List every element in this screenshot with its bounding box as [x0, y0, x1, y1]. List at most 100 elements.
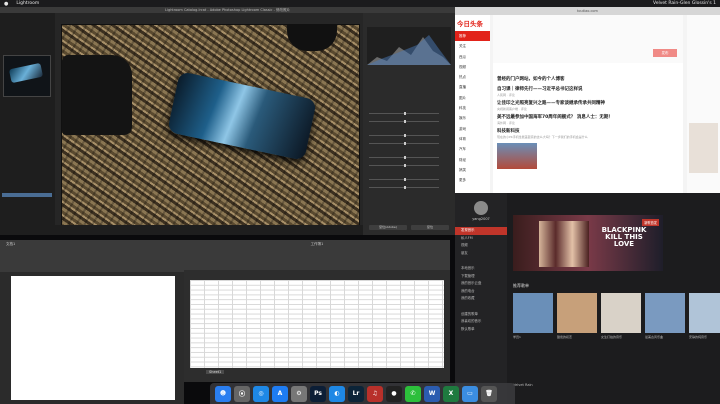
blacks-slider[interactable] [369, 186, 439, 189]
sidebar-item[interactable]: 默认歌单 [455, 326, 507, 334]
launchpad-icon[interactable]: ⦿ [234, 385, 250, 402]
sidebar-item[interactable]: 私人FM [455, 235, 507, 243]
sidebar-item[interactable]: 发现音乐 [455, 227, 507, 235]
wechat-icon[interactable]: ✆ [405, 385, 421, 402]
settings-icon[interactable]: ⚙ [291, 385, 307, 402]
sidebar-item[interactable]: 本地音乐 [455, 265, 507, 273]
netease-icon[interactable]: ♫ [367, 385, 383, 402]
app-icon[interactable]: ◐ [329, 385, 345, 402]
qq-icon[interactable]: ● [386, 385, 402, 402]
sidebar-item[interactable]: 我的电台 [455, 288, 507, 296]
lightroom-window: Lightroom Catalog.lrcat - Adobe Photosho… [0, 7, 455, 235]
left-panel [0, 13, 55, 235]
finder-icon[interactable]: ☻ [215, 385, 231, 402]
publish-box[interactable]: 发布 [493, 15, 683, 63]
sheet-tab[interactable]: Sheet1 [206, 370, 225, 374]
word-window: 文档1 [0, 240, 184, 404]
nav-item[interactable]: 科技 [455, 103, 490, 113]
pistol-object [62, 55, 132, 135]
shadows-slider[interactable] [369, 164, 439, 167]
playlist-label[interactable]: 最美古风乐曲 [645, 335, 685, 339]
excel-ribbon: 工作簿1 [184, 240, 450, 270]
ad-image[interactable] [689, 123, 718, 173]
banner-title: BLACKPINK KILL THIS LOVE [601, 226, 647, 248]
sidebar-item [455, 257, 507, 265]
photoshop-icon[interactable]: Ps [310, 385, 326, 402]
nav-item[interactable]: 图片 [455, 93, 490, 103]
spreadsheet-grid[interactable] [190, 280, 444, 368]
banner-tag: 新歌首发 [642, 219, 659, 226]
sidebar-item[interactable]: 朋友 [455, 250, 507, 258]
previous-button[interactable]: 复位(Adobe) [369, 225, 407, 230]
playlist-label[interactable]: 学员1 [513, 335, 553, 339]
photo-canvas[interactable] [61, 24, 360, 228]
exposure-slider[interactable] [369, 134, 439, 137]
sidebar-item[interactable]: 我喜欢的音乐 [455, 318, 507, 326]
avatar[interactable] [474, 201, 488, 215]
sidebar-item[interactable]: 下载管理 [455, 273, 507, 281]
nav-item[interactable]: 西瓜 [455, 52, 490, 62]
playlist-tile[interactable] [557, 293, 597, 333]
news-thumbnail[interactable] [497, 143, 537, 169]
sidebar-item[interactable]: 我的收藏 [455, 295, 507, 303]
news-title[interactable]: 曾经的门户网站，如今的个人博客 [493, 77, 683, 83]
right-column [687, 15, 720, 193]
playlist-tile[interactable] [513, 293, 553, 333]
sidebar-item[interactable]: 视频 [455, 242, 507, 250]
nav-item[interactable]: 直播 [455, 82, 490, 92]
news-meta: 央视新闻客户端 · 评论 [497, 107, 527, 111]
nav-item[interactable]: 关注 [455, 41, 490, 51]
nav-item[interactable]: 游戏 [455, 124, 490, 134]
safari-icon[interactable]: ◎ [253, 385, 269, 402]
nav-item[interactable]: 搞笑 [455, 165, 490, 175]
sidebar-item[interactable]: 创建的歌单 [455, 311, 507, 319]
sidebar-item[interactable]: 我的音乐云盘 [455, 280, 507, 288]
word-icon[interactable]: W [424, 385, 440, 402]
whites-slider[interactable] [369, 178, 439, 181]
nav-item[interactable]: 娱乐 [455, 113, 490, 123]
music-sidebar: yang2007 发现音乐 私人FM 视频 朋友 本地音乐 下载管理 我的音乐云盘 我的电台我… [455, 193, 507, 404]
nav-item[interactable]: 推荐 [455, 31, 490, 42]
news-meta: 海外网 · 评论 [497, 121, 515, 125]
contrast-slider[interactable] [369, 142, 439, 145]
playlist-tile[interactable] [689, 293, 720, 333]
apple-icon[interactable]: ● [4, 1, 8, 7]
section-title: 推荐歌单 [513, 283, 529, 288]
banner[interactable]: BLACKPINK KILL THIS LOVE 新歌首发 [513, 215, 663, 271]
playlist-label[interactable]: 甜蜜的初恋 [557, 335, 597, 339]
temperature-slider[interactable] [369, 112, 439, 115]
playlist-label[interactable]: 安静的纯音乐 [689, 335, 720, 339]
toutiao-logo[interactable]: 今日头条 [455, 15, 490, 31]
nav-item[interactable]: 更多 [455, 175, 490, 185]
folder-icon[interactable]: ▭ [462, 385, 478, 402]
highlights-slider[interactable] [369, 156, 439, 159]
excel-icon[interactable]: X [443, 385, 459, 402]
menu-app-name[interactable]: Lightroom [16, 1, 39, 6]
playlist-label[interactable]: 女生打拍的音乐 [601, 335, 641, 339]
histogram [367, 27, 451, 65]
menu-bar: ● Lightroom Velvet Rain-Glen Glossin's 1 [0, 0, 720, 7]
playlist-tile[interactable] [645, 293, 685, 333]
username[interactable]: yang2007 [455, 217, 507, 221]
reset-button[interactable]: 复位 [411, 225, 449, 230]
nav-item[interactable]: 汽车 [455, 144, 490, 154]
excel-title: 工作簿1 [310, 242, 324, 246]
tint-slider[interactable] [369, 120, 439, 123]
now-playing[interactable]: Velvet Rain [513, 383, 533, 387]
nav-item[interactable]: 热点 [455, 72, 490, 82]
playlist-tile[interactable] [601, 293, 641, 333]
navigator-preview[interactable] [3, 55, 51, 97]
publish-button[interactable]: 发布 [653, 49, 677, 57]
appstore-icon[interactable]: A [272, 385, 288, 402]
lightroom-icon[interactable]: Lr [348, 385, 364, 402]
nav-item[interactable]: 体育 [455, 134, 490, 144]
nav-item[interactable]: 视频 [455, 62, 490, 72]
sidebar-item [455, 303, 507, 311]
news-meta: 人民网 · 评论 [497, 93, 515, 97]
toolbar [55, 225, 363, 235]
nav-item[interactable]: 财经 [455, 155, 490, 165]
word-ribbon: 文档1 [0, 240, 184, 272]
document-page[interactable] [11, 276, 175, 400]
trash-icon[interactable]: 🗑 [481, 385, 497, 402]
browser-tab[interactable]: toutiao.com [455, 7, 720, 15]
